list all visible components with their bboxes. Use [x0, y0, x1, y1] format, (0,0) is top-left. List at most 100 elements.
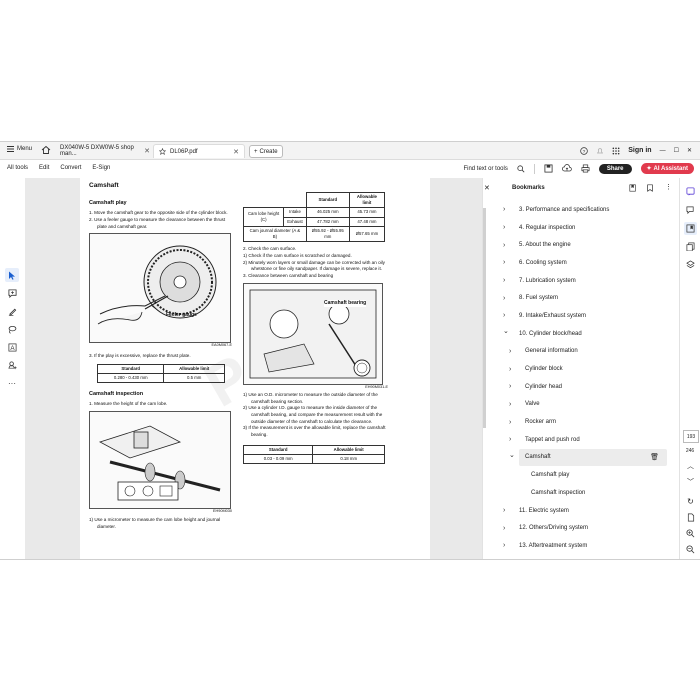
- share-button[interactable]: Share: [598, 163, 632, 174]
- maximize-icon[interactable]: ☐: [674, 147, 679, 154]
- tab-shop-manual[interactable]: DX040W-5 DXW0W-5 shop man... ✕: [55, 144, 155, 158]
- gear-illustration: [97, 245, 217, 325]
- more-tools-button[interactable]: ···: [5, 376, 19, 390]
- bookmark-item[interactable]: › 6. Cooling system: [483, 254, 673, 272]
- document-view[interactable]: PCZZ Camshaft Camshaft play 1. Move the …: [25, 178, 482, 559]
- apps-grid-icon[interactable]: [612, 147, 620, 155]
- chevron-down-icon[interactable]: ⌄: [509, 451, 515, 459]
- table-cell: 0.03 - 0.09 mm: [242, 453, 314, 465]
- bookmark-item[interactable]: › 4. Regular inspection: [483, 219, 673, 237]
- tab-dl06p[interactable]: DL06P.pdf ✕: [153, 144, 245, 158]
- bell-icon[interactable]: [596, 147, 604, 155]
- add-bookmark-icon[interactable]: [646, 184, 654, 192]
- help-icon[interactable]: ?: [580, 146, 588, 155]
- pages-button[interactable]: [684, 240, 697, 253]
- layers-button[interactable]: [684, 258, 697, 271]
- minimize-icon[interactable]: —: [660, 148, 666, 154]
- rotate-button[interactable]: ↻: [684, 495, 697, 508]
- menu-edit[interactable]: Edit: [39, 165, 49, 171]
- figure-label: Camshaft bearing: [324, 299, 367, 307]
- bookmark-item[interactable]: › 13. Aftertreatment system: [483, 537, 673, 555]
- bookmark-item[interactable]: ⌄ Camshaft 🗑: [509, 448, 667, 467]
- menu-esign[interactable]: E-Sign: [92, 165, 110, 171]
- chevron-right-icon[interactable]: ›: [509, 436, 511, 443]
- home-icon[interactable]: [41, 145, 51, 155]
- stamp-tool-button[interactable]: [5, 358, 19, 372]
- star-icon[interactable]: [159, 148, 166, 155]
- main-toolbar: All tools Edit Convert E-Sign Find text …: [0, 160, 700, 179]
- bookmark-item[interactable]: › 7. Lubrication system: [483, 272, 673, 290]
- menu-all-tools[interactable]: All tools: [7, 165, 28, 171]
- chevron-right-icon[interactable]: ›: [503, 312, 505, 319]
- find-tools-input[interactable]: Find text or tools: [463, 166, 507, 172]
- select-tool-button[interactable]: [5, 268, 19, 282]
- save-icon[interactable]: [544, 164, 553, 173]
- bookmark-item[interactable]: Camshaft play: [483, 466, 673, 484]
- chevron-right-icon[interactable]: ›: [503, 224, 505, 231]
- next-page-button[interactable]: ﹀: [684, 475, 697, 488]
- chevron-right-icon[interactable]: ›: [509, 366, 511, 373]
- close-window-icon[interactable]: ✕: [687, 147, 692, 154]
- bookmark-item[interactable]: › 9. Intake/Exhaust system: [483, 307, 673, 325]
- chevron-right-icon[interactable]: ›: [509, 401, 511, 408]
- chevron-right-icon[interactable]: ›: [503, 242, 505, 249]
- bookmark-item[interactable]: › Cylinder block: [483, 360, 673, 378]
- bookmark-item[interactable]: Camshaft inspection: [483, 484, 673, 502]
- bookmark-item[interactable]: › 3. Performance and specifications: [483, 201, 673, 219]
- figure-camshaft-bearing: Camshaft bearing: [243, 282, 383, 385]
- subsection-heading: Camshaft play: [89, 200, 127, 207]
- chevron-right-icon[interactable]: ›: [503, 507, 505, 514]
- draw-tool-button[interactable]: [5, 322, 19, 336]
- ai-assistant-button[interactable]: ✦ AI Assistant: [640, 163, 694, 174]
- chevron-right-icon[interactable]: ›: [503, 259, 505, 266]
- chevron-right-icon[interactable]: ›: [509, 348, 511, 355]
- bookmark-options-icon[interactable]: [629, 184, 637, 192]
- chevron-right-icon[interactable]: ›: [503, 206, 505, 213]
- chevron-right-icon[interactable]: ›: [503, 525, 505, 532]
- prev-page-button[interactable]: ︿: [684, 459, 697, 472]
- chevron-right-icon[interactable]: ›: [503, 277, 505, 284]
- print-icon[interactable]: [581, 164, 590, 173]
- search-icon[interactable]: [517, 164, 525, 173]
- bookmark-item[interactable]: ⌄ 10. Cylinder block/head: [483, 325, 673, 343]
- bookmark-item[interactable]: › 11. Electric system: [483, 502, 673, 520]
- close-panel-icon[interactable]: ✕: [484, 184, 490, 192]
- comments-button[interactable]: [684, 204, 697, 217]
- more-options-icon[interactable]: ⋮: [665, 183, 672, 191]
- bookmark-item[interactable]: › Cylinder head: [483, 378, 673, 396]
- chevron-right-icon[interactable]: ›: [503, 542, 505, 549]
- ai-sparkle-button[interactable]: [684, 185, 697, 198]
- create-button[interactable]: + Create: [249, 145, 283, 158]
- zoom-out-button[interactable]: [684, 543, 697, 556]
- text-tool-button[interactable]: A: [5, 340, 19, 354]
- bookmark-item[interactable]: › Tappet and push rod: [483, 431, 673, 449]
- chevron-right-icon[interactable]: ›: [503, 295, 505, 302]
- menu-convert[interactable]: Convert: [60, 165, 81, 171]
- chevron-right-icon[interactable]: ›: [509, 383, 511, 390]
- bookmark-item[interactable]: › 5. About the engine: [483, 236, 673, 254]
- page-right-column: Standard Allowable limit Cam lobe height…: [242, 191, 388, 465]
- bookmarks-button[interactable]: [684, 222, 697, 235]
- extract-button[interactable]: [684, 511, 697, 524]
- sign-in-link[interactable]: Sign in: [628, 147, 651, 154]
- chevron-down-icon[interactable]: ⌄: [503, 327, 509, 335]
- close-tab-icon[interactable]: ✕: [233, 148, 239, 156]
- comment-tool-button[interactable]: [5, 286, 19, 300]
- close-tab-icon[interactable]: ✕: [144, 147, 150, 155]
- bookmark-item[interactable]: › 8. Fuel system: [483, 289, 673, 307]
- bookmark-label: 10. Cylinder block/head: [519, 330, 582, 337]
- pages-icon: [686, 242, 695, 251]
- figure-cam-lobe: [89, 410, 231, 509]
- bookmark-item[interactable]: › General information: [483, 343, 673, 361]
- bookmark-item[interactable]: › 12. Others/Driving system: [483, 519, 673, 537]
- bookmark-item[interactable]: › Valve: [483, 396, 673, 414]
- bookmark-label: General information: [525, 348, 578, 355]
- zoom-in-button[interactable]: [684, 527, 697, 540]
- chevron-right-icon[interactable]: ›: [509, 419, 511, 426]
- upload-cloud-icon[interactable]: [561, 164, 572, 173]
- highlight-tool-button[interactable]: [5, 304, 19, 318]
- trash-icon[interactable]: 🗑: [650, 453, 659, 461]
- bookmark-item[interactable]: › Rocker arm: [483, 413, 673, 431]
- page-number-input[interactable]: 193: [683, 430, 699, 443]
- menu-button[interactable]: Menu: [7, 146, 32, 152]
